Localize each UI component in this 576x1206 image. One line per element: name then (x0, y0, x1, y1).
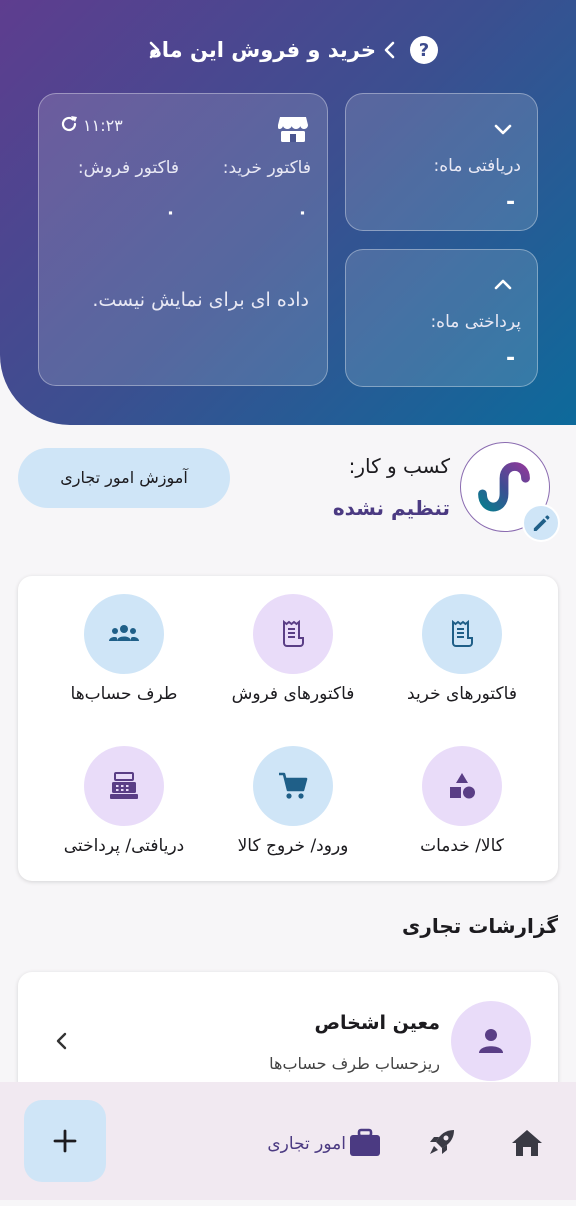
cash-register-icon (110, 772, 138, 799)
monthly-payments-value: - (506, 346, 516, 371)
business-label: کسب و کار: (348, 454, 450, 478)
bottom-navigation: امور تجاری (0, 1082, 576, 1200)
help-icon[interactable]: ? (408, 34, 440, 66)
monthly-receipts-value: - (506, 190, 516, 215)
chevron-left-icon[interactable] (54, 1030, 70, 1052)
buy-invoice-value: ۰ (297, 202, 308, 223)
next-month-chevron-icon[interactable] (382, 40, 398, 60)
group-icon (109, 625, 139, 641)
shortcut-label: ورود/ خروج کالا (237, 836, 349, 856)
reports-heading: گزارشات تجاری (402, 914, 558, 938)
receipt-icon (283, 619, 304, 647)
cart-icon (279, 772, 308, 799)
shortcut-label: کالا/ خدمات (420, 836, 504, 856)
business-info: آموزش امور تجاری کسب و کار: تنظیم نشده (0, 440, 576, 550)
rocket-icon[interactable] (426, 1126, 458, 1158)
shortcut-label: فاکتورهای فروش (231, 684, 355, 704)
plus-icon (53, 1129, 77, 1153)
monthly-summary-header: ? خرید و فروش این ماه ۱۱:۲۳ فاکتور خرید:… (0, 0, 576, 425)
buy-invoice-label: فاکتور خرید: (222, 158, 311, 178)
monthly-receipts-card[interactable]: دریافتی ماه: - (345, 93, 538, 231)
shapes-icon (450, 773, 475, 799)
report-title: معین اشخاص (314, 1012, 440, 1034)
sell-invoice-value: ۰ (165, 202, 176, 223)
chevron-up-icon (494, 279, 512, 290)
shortcut-goods-inout[interactable]: ورود/ خروج کالا (203, 728, 383, 878)
month-navigator: ? خرید و فروش این ماه (0, 30, 576, 74)
nav-business-label[interactable]: امور تجاری (267, 1134, 346, 1154)
shortcut-receipts-payments[interactable]: دریافتی/ پرداختی (34, 728, 214, 878)
shortcut-label: دریافتی/ پرداختی (63, 836, 185, 856)
briefcase-icon[interactable] (348, 1128, 382, 1158)
no-data-message: داده ای برای نمایش نیست. (92, 289, 309, 311)
receipt-icon (452, 619, 473, 647)
shortcut-label: فاکتورهای خرید (407, 684, 517, 704)
add-button[interactable] (24, 1100, 106, 1182)
shortcuts-grid: فاکتورهای خرید فاکتورهای فروش طرف حساب‌ه… (18, 576, 558, 881)
shortcut-goods-services[interactable]: کالا/ خدمات (372, 728, 552, 878)
summary-title: خرید و فروش این ماه (149, 38, 376, 62)
report-subtitle: ریزحساب طرف حساب‌ها (269, 1054, 440, 1073)
monthly-payments-label: پرداختی ماه: (430, 312, 521, 332)
business-value[interactable]: تنظیم نشده (333, 496, 450, 520)
last-update-time: ۱۱:۲۳ (83, 116, 123, 135)
store-icon (277, 117, 308, 142)
home-icon[interactable] (510, 1128, 544, 1158)
shortcut-label: طرف حساب‌ها (70, 684, 178, 704)
shortcut-sales-invoices[interactable]: فاکتورهای فروش (203, 576, 383, 726)
invoice-summary-card[interactable]: ۱۱:۲۳ فاکتور خرید: فاکتور فروش: ۰ ۰ داده… (38, 93, 328, 386)
person-icon (479, 1029, 503, 1053)
refresh-icon[interactable] (59, 114, 79, 134)
previous-month-chevron-icon[interactable] (146, 40, 162, 60)
monthly-payments-card[interactable]: پرداختی ماه: - (345, 249, 538, 387)
monthly-receipts-label: دریافتی ماه: (433, 156, 521, 176)
shortcut-purchase-invoices[interactable]: فاکتورهای خرید (372, 576, 552, 726)
svg-text:?: ? (419, 40, 429, 61)
shortcut-counterparties[interactable]: طرف حساب‌ها (34, 576, 214, 726)
edit-business-icon[interactable] (522, 504, 560, 542)
business-training-button[interactable]: آموزش امور تجاری (18, 448, 230, 508)
chevron-down-icon (494, 124, 512, 135)
sell-invoice-label: فاکتور فروش: (77, 158, 179, 178)
